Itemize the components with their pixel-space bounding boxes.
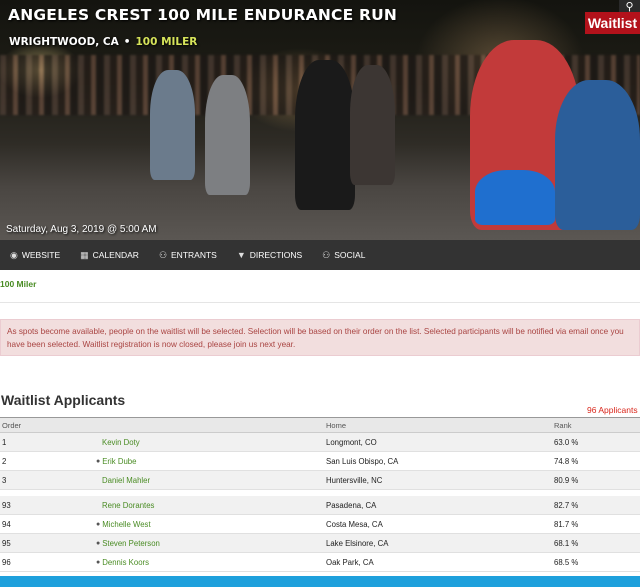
applicant-name-link[interactable]: Rene Dorantes bbox=[102, 501, 154, 510]
table-header: Order Home Rank bbox=[0, 417, 640, 433]
table-row: 94 ● Michelle West Costa Mesa, CA 81.7 % bbox=[0, 515, 640, 534]
race-link-100-miler[interactable]: 100 Miler bbox=[0, 279, 36, 289]
row-order: 94 bbox=[2, 519, 11, 529]
nav-website[interactable]: ◉ WEBSITE bbox=[10, 250, 60, 261]
row-home: Lake Elsinore, CA bbox=[326, 538, 389, 548]
table-row: 96 ● Dennis Koors Oak Park, CA 68.5 % bbox=[0, 553, 640, 572]
row-name-cell: ● Erik Dube bbox=[96, 457, 326, 466]
table-row: 3 Daniel Mahler Huntersville, NC 80.9 % bbox=[0, 471, 640, 490]
row-order: 96 bbox=[2, 557, 11, 567]
event-subtitle: WRIGHTWOOD, CA • 100 MILER bbox=[9, 36, 197, 48]
applicant-name-link[interactable]: Daniel Mahler bbox=[102, 476, 150, 485]
row-name-cell: Kevin Doty bbox=[96, 438, 326, 447]
nav-social[interactable]: ⚇ SOCIAL bbox=[322, 250, 365, 261]
row-rank: 82.7 % bbox=[554, 500, 579, 510]
user-icon: ● bbox=[96, 457, 101, 465]
row-home: San Luis Obispo, CA bbox=[326, 456, 399, 466]
applicant-name-link[interactable]: Michelle West bbox=[102, 520, 150, 529]
applicant-name-link[interactable]: Steven Peterson bbox=[102, 539, 160, 548]
row-name-cell: ● Dennis Koors bbox=[96, 558, 326, 567]
event-nav: ◉ WEBSITE ▦ CALENDAR ⚇ ENTRANTS ▼ DIRECTIONS… bbox=[0, 240, 640, 270]
row-order: 3 bbox=[2, 475, 7, 485]
nav-label: CALENDAR bbox=[92, 250, 139, 260]
user-icon: ● bbox=[96, 558, 101, 566]
nav-calendar[interactable]: ▦ CALENDAR bbox=[80, 250, 139, 261]
runner-figure bbox=[350, 65, 395, 185]
event-title: ANGELES CREST 100 MILE ENDURANCE RUN bbox=[8, 6, 398, 24]
runner-figure bbox=[150, 70, 195, 180]
hero-banner: ANGELES CREST 100 MILE ENDURANCE RUN WRI… bbox=[0, 0, 640, 240]
runner-figure bbox=[205, 75, 250, 195]
row-name-cell: Rene Dorantes bbox=[96, 501, 326, 510]
applicant-name-link[interactable]: Kevin Doty bbox=[102, 438, 140, 447]
table-row: 95 ● Steven Peterson Lake Elsinore, CA 68.1 … bbox=[0, 534, 640, 553]
map-pin-icon: ▼ bbox=[236, 250, 246, 260]
col-home: Home bbox=[326, 420, 347, 430]
col-rank: Rank bbox=[554, 420, 572, 430]
waitlist-table: Order Home Rank 1 Kevin Doty Longmont, CO 6… bbox=[0, 417, 640, 572]
applicant-name-link[interactable]: Dennis Koors bbox=[102, 558, 149, 567]
row-rank: 68.1 % bbox=[554, 538, 579, 548]
row-home: Oak Park, CA bbox=[326, 557, 374, 567]
nav-label: WEBSITE bbox=[21, 250, 61, 260]
waitlist-badge: Waitlist bbox=[585, 12, 640, 34]
row-home: Costa Mesa, CA bbox=[326, 519, 383, 529]
waitlist-title: Waitlist Applicants bbox=[1, 392, 126, 408]
user-icon: ● bbox=[96, 520, 101, 528]
row-rank: 63.0 % bbox=[554, 437, 579, 447]
separator-dot: • bbox=[123, 36, 131, 48]
table-row: 2 ● Erik Dube San Luis Obispo, CA 74.8 % bbox=[0, 452, 640, 471]
divider bbox=[0, 302, 640, 303]
nav-label: SOCIAL bbox=[334, 250, 366, 260]
runner-figure bbox=[295, 60, 355, 210]
applicant-name-link[interactable]: Erik Dube bbox=[102, 457, 136, 466]
user-icon: ● bbox=[96, 539, 101, 547]
row-order: 1 bbox=[2, 437, 7, 447]
calendar-icon: ▦ bbox=[80, 249, 89, 260]
row-order: 2 bbox=[2, 456, 7, 466]
footer-bar bbox=[0, 576, 640, 587]
row-rank: 74.8 % bbox=[554, 456, 579, 466]
table-row: 1 Kevin Doty Longmont, CO 63.0 % bbox=[0, 433, 640, 452]
row-home: Huntersville, NC bbox=[326, 475, 383, 485]
row-rank: 68.5 % bbox=[554, 557, 579, 567]
runner-figure bbox=[475, 170, 555, 225]
row-home: Longmont, CO bbox=[326, 437, 377, 447]
row-order: 95 bbox=[2, 538, 11, 548]
waitlist-notice: As spots become available, people on the… bbox=[0, 319, 640, 356]
nav-entrants[interactable]: ⚇ ENTRANTS bbox=[159, 250, 217, 261]
nav-label: ENTRANTS bbox=[171, 250, 217, 260]
table-row: 93 Rene Dorantes Pasadena, CA 82.7 % bbox=[0, 496, 640, 515]
row-rank: 80.9 % bbox=[554, 475, 579, 485]
row-rank: 81.7 % bbox=[554, 519, 579, 529]
row-order: 93 bbox=[2, 500, 11, 510]
runner-figure bbox=[555, 80, 640, 230]
event-location: WRIGHTWOOD, CA bbox=[9, 36, 119, 48]
table-body-top: 1 Kevin Doty Longmont, CO 63.0 % 2 ● Erik Dube… bbox=[0, 433, 640, 490]
social-icon: ⚇ bbox=[322, 249, 331, 260]
people-icon: ⚇ bbox=[158, 249, 168, 260]
row-name-cell: ● Michelle West bbox=[96, 520, 326, 529]
nav-label: DIRECTIONS bbox=[249, 250, 303, 260]
event-distance: 100 MILER bbox=[135, 36, 198, 48]
table-body-bottom: 93 Rene Dorantes Pasadena, CA 82.7 % 94 ● Mich… bbox=[0, 496, 640, 572]
col-order: Order bbox=[2, 420, 22, 430]
globe-icon: ◉ bbox=[10, 249, 18, 260]
applicant-count: 96 Applicants bbox=[587, 405, 638, 415]
event-date: Saturday, Aug 3, 2019 @ 5:00 AM bbox=[6, 224, 157, 235]
row-name-cell: Daniel Mahler bbox=[96, 476, 326, 485]
row-home: Pasadena, CA bbox=[326, 500, 377, 510]
nav-directions[interactable]: ▼ DIRECTIONS bbox=[237, 250, 302, 260]
row-name-cell: ● Steven Peterson bbox=[96, 539, 326, 548]
